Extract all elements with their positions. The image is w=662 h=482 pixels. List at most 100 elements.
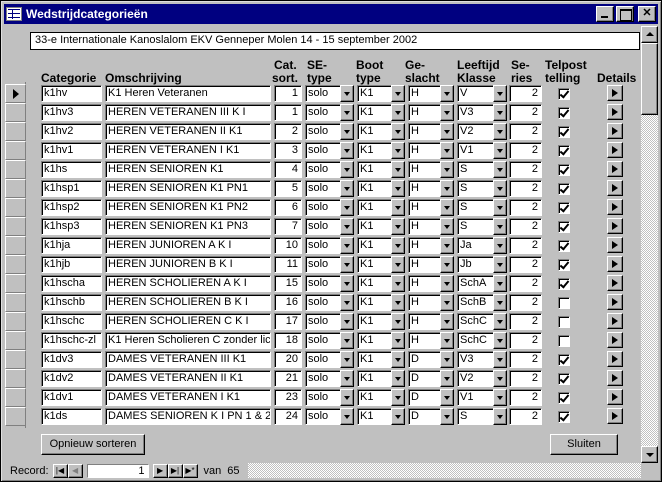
series-field[interactable]: 2 <box>509 218 542 235</box>
chevron-down-icon[interactable] <box>340 237 354 254</box>
omschrijving-field[interactable]: HEREN SENIOREN K1 PN3 <box>105 218 271 235</box>
chevron-down-icon[interactable] <box>493 294 507 311</box>
leeftijd-klasse-combo[interactable]: SchA <box>457 275 507 292</box>
chevron-down-icon[interactable] <box>340 351 354 368</box>
series-field[interactable]: 2 <box>509 408 542 425</box>
chevron-down-icon[interactable] <box>391 313 405 330</box>
geslacht-combo[interactable]: H <box>408 142 454 159</box>
leeftijd-klasse-combo[interactable]: V2 <box>457 123 507 140</box>
cat-sort-field[interactable]: 6 <box>274 199 302 216</box>
chevron-down-icon[interactable] <box>440 313 454 330</box>
cat-sort-field[interactable]: 1 <box>274 104 302 121</box>
boot-type-combo[interactable]: K1 <box>357 218 405 235</box>
cat-sort-field[interactable]: 16 <box>274 294 302 311</box>
boot-type-combo[interactable]: K1 <box>357 370 405 387</box>
chevron-down-icon[interactable] <box>391 351 405 368</box>
chevron-down-icon[interactable] <box>493 313 507 330</box>
leeftijd-klasse-combo[interactable]: S <box>457 218 507 235</box>
chevron-down-icon[interactable] <box>493 275 507 292</box>
leeftijd-klasse-combo[interactable]: V1 <box>457 389 507 406</box>
se-type-combo[interactable]: solo <box>305 237 354 254</box>
chevron-down-icon[interactable] <box>493 180 507 197</box>
boot-type-combo[interactable]: K1 <box>357 123 405 140</box>
chevron-down-icon[interactable] <box>391 180 405 197</box>
se-type-combo[interactable]: solo <box>305 218 354 235</box>
cat-sort-field[interactable]: 4 <box>274 161 302 178</box>
telpost-checkbox[interactable] <box>558 107 570 119</box>
chevron-down-icon[interactable] <box>391 85 405 102</box>
cat-sort-field[interactable]: 17 <box>274 313 302 330</box>
omschrijving-field[interactable]: HEREN SENIOREN K1 <box>105 161 271 178</box>
telpost-checkbox[interactable] <box>558 183 570 195</box>
cat-sort-field[interactable]: 11 <box>274 256 302 273</box>
chevron-down-icon[interactable] <box>391 199 405 216</box>
chevron-down-icon[interactable] <box>391 294 405 311</box>
series-field[interactable]: 2 <box>509 123 542 140</box>
details-button[interactable] <box>607 313 623 329</box>
chevron-down-icon[interactable] <box>493 370 507 387</box>
chevron-down-icon[interactable] <box>340 294 354 311</box>
chevron-down-icon[interactable] <box>340 123 354 140</box>
series-field[interactable]: 2 <box>509 389 542 406</box>
chevron-down-icon[interactable] <box>493 104 507 121</box>
boot-type-combo[interactable]: K1 <box>357 351 405 368</box>
series-field[interactable]: 2 <box>509 294 542 311</box>
cat-sort-field[interactable]: 24 <box>274 408 302 425</box>
current-record-input[interactable]: 1 <box>86 463 149 478</box>
categorie-field[interactable]: k1dv1 <box>41 389 102 406</box>
telpost-checkbox[interactable] <box>558 316 570 328</box>
leeftijd-klasse-combo[interactable]: S <box>457 161 507 178</box>
series-field[interactable]: 2 <box>509 180 542 197</box>
details-button[interactable] <box>607 161 623 177</box>
first-record-icon[interactable]: |◀ <box>52 463 68 478</box>
series-field[interactable]: 2 <box>509 85 542 102</box>
geslacht-combo[interactable]: H <box>408 275 454 292</box>
scroll-up-icon[interactable] <box>641 26 658 43</box>
chevron-down-icon[interactable] <box>340 85 354 102</box>
boot-type-combo[interactable]: K1 <box>357 332 405 349</box>
categorie-field[interactable]: k1hschb <box>41 294 102 311</box>
geslacht-combo[interactable]: H <box>408 199 454 216</box>
omschrijving-field[interactable]: DAMES VETERANEN II K1 <box>105 370 271 387</box>
resize-grip-icon[interactable] <box>641 463 658 478</box>
boot-type-combo[interactable]: K1 <box>357 180 405 197</box>
chevron-down-icon[interactable] <box>391 370 405 387</box>
boot-type-combo[interactable]: K1 <box>357 85 405 102</box>
omschrijving-field[interactable]: HEREN SENIOREN K1 PN2 <box>105 199 271 216</box>
geslacht-combo[interactable]: D <box>408 389 454 406</box>
chevron-down-icon[interactable] <box>391 142 405 159</box>
chevron-down-icon[interactable] <box>340 104 354 121</box>
categorie-field[interactable]: k1dv2 <box>41 370 102 387</box>
chevron-down-icon[interactable] <box>440 275 454 292</box>
telpost-checkbox[interactable] <box>558 354 570 366</box>
details-button[interactable] <box>607 256 623 272</box>
chevron-down-icon[interactable] <box>493 389 507 406</box>
se-type-combo[interactable]: solo <box>305 370 354 387</box>
chevron-down-icon[interactable] <box>340 218 354 235</box>
se-type-combo[interactable]: solo <box>305 142 354 159</box>
chevron-down-icon[interactable] <box>440 85 454 102</box>
omschrijving-field[interactable]: HEREN SCHOLIEREN C K I <box>105 313 271 330</box>
minimize-button[interactable] <box>596 6 614 22</box>
se-type-combo[interactable]: solo <box>305 161 354 178</box>
se-type-combo[interactable]: solo <box>305 408 354 425</box>
chevron-down-icon[interactable] <box>440 104 454 121</box>
series-field[interactable]: 2 <box>509 351 542 368</box>
new-record-icon[interactable]: ▶* <box>182 463 198 478</box>
series-field[interactable]: 2 <box>509 256 542 273</box>
chevron-down-icon[interactable] <box>493 123 507 140</box>
omschrijving-field[interactable]: HEREN VETERANEN II K1 <box>105 123 271 140</box>
chevron-down-icon[interactable] <box>493 332 507 349</box>
leeftijd-klasse-combo[interactable]: V <box>457 85 507 102</box>
categorie-field[interactable]: k1hsp1 <box>41 180 102 197</box>
chevron-down-icon[interactable] <box>493 161 507 178</box>
geslacht-combo[interactable]: H <box>408 256 454 273</box>
chevron-down-icon[interactable] <box>340 256 354 273</box>
telpost-checkbox[interactable] <box>558 202 570 214</box>
boot-type-combo[interactable]: K1 <box>357 161 405 178</box>
cat-sort-field[interactable]: 7 <box>274 218 302 235</box>
telpost-checkbox[interactable] <box>558 278 570 290</box>
boot-type-combo[interactable]: K1 <box>357 199 405 216</box>
categorie-field[interactable]: k1hschc-zl <box>41 332 102 349</box>
scroll-down-icon[interactable] <box>641 446 658 463</box>
